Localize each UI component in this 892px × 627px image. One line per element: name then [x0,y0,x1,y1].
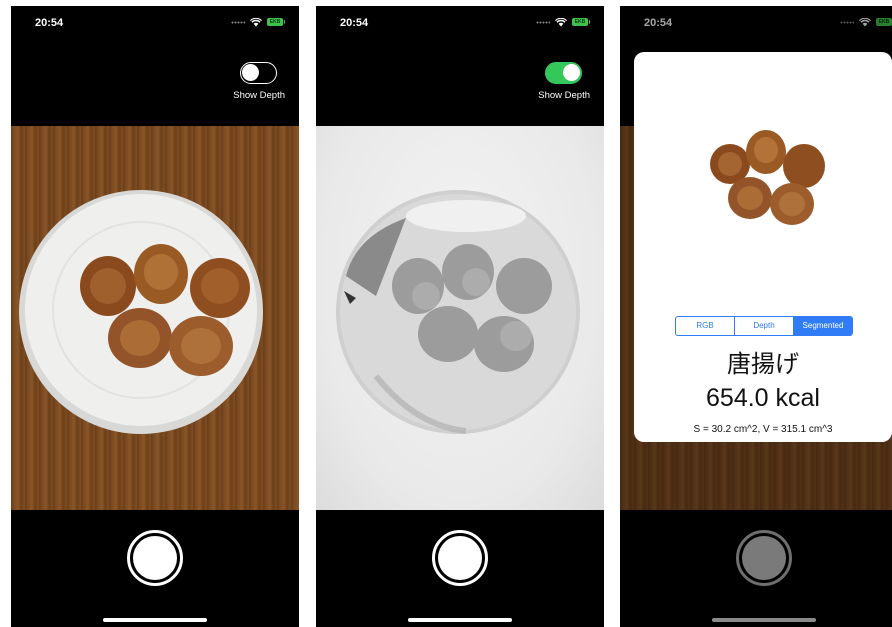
home-indicator[interactable] [712,618,816,622]
show-depth-label: Show Depth [538,90,590,101]
camera-viewfinder [11,126,299,510]
food-name: 唐揚げ [727,351,799,378]
status-bar: 20:54 EKB [11,6,299,46]
segment-segmented[interactable]: Segmented [794,317,852,335]
cellular-signal-icon [536,20,550,24]
calorie-value: 654.0 kcal [706,384,820,412]
area-volume-text: S = 30.2 cm^2, V = 315.1 cm^3 [693,424,833,435]
home-indicator[interactable] [408,618,512,622]
shutter-button[interactable] [736,530,792,586]
phone-screen-camera: 20:54 EKB Show Depth [11,6,299,627]
toggle-knob [242,64,259,81]
wifi-icon [250,17,262,26]
shutter-button[interactable] [432,530,488,586]
cellular-signal-icon [231,20,245,24]
toggle-knob [563,64,580,81]
show-depth-toggle[interactable] [240,62,277,84]
result-card: RGB Depth Segmented 唐揚げ 654.0 kcal S = 3… [634,52,892,442]
status-time: 20:54 [340,17,369,29]
status-bar: 20:54 EKB [316,6,604,46]
plate-with-karaage-image [19,190,263,434]
view-mode-segmented-control[interactable]: RGB Depth Segmented [675,316,853,336]
show-depth-toggle[interactable] [545,62,582,84]
wifi-icon [555,17,567,26]
show-depth-label: Show Depth [233,90,285,101]
phone-screen-result: 20:54 EKB RGB Depth Segmented 唐揚げ 654.0 … [620,6,892,627]
segment-depth[interactable]: Depth [735,317,794,335]
battery-icon: EKB [267,18,285,26]
segmented-food-image [710,130,825,225]
depth-map-view [316,126,604,510]
battery-icon: EKB [572,18,590,26]
phone-screen-depth: 20:54 EKB Show Depth [316,6,604,627]
home-indicator[interactable] [103,618,207,622]
shutter-button[interactable] [127,530,183,586]
segment-rgb[interactable]: RGB [676,317,735,335]
status-time: 20:54 [35,17,64,29]
depth-map-image [336,190,580,434]
